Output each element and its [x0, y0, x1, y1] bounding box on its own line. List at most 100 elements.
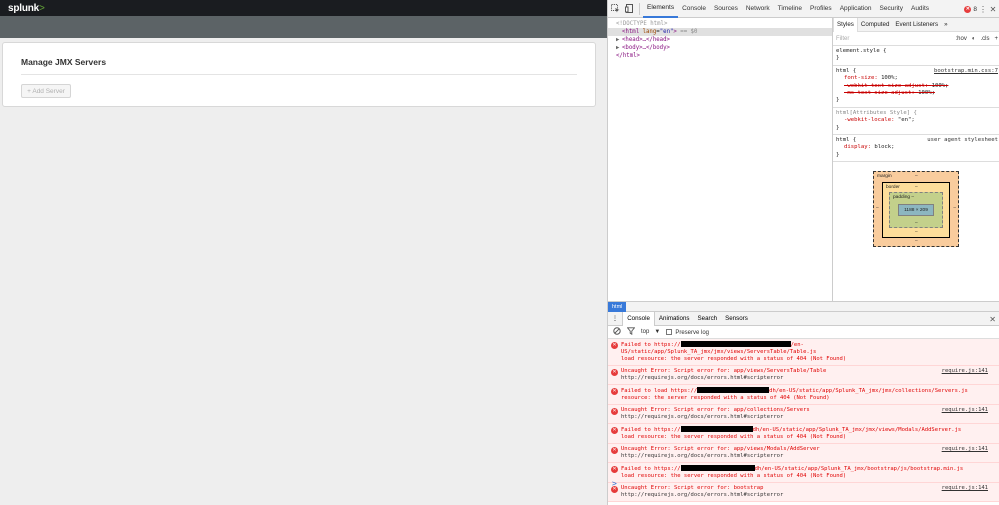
rule-element-style[interactable]: element.style { }	[833, 46, 999, 66]
content-box: 1188 × 209	[898, 204, 934, 216]
overflow-chevron-icon[interactable]: »	[941, 18, 950, 32]
css-property[interactable]: display: block;	[836, 144, 997, 151]
app-navbar	[0, 16, 607, 38]
box-model-diagram: margin – – – – border – – padding – 1188…	[873, 171, 959, 247]
margin-right-value[interactable]: –	[953, 206, 956, 211]
color-format-icon[interactable]: ◐	[972, 36, 976, 42]
dom-node-doctype[interactable]: <!DOCTYPE html>	[608, 20, 832, 28]
styles-filter-input[interactable]: Filter :hov ◐ .cls +	[833, 32, 999, 46]
tab-audits[interactable]: Audits	[907, 0, 933, 18]
error-icon: ✕	[611, 388, 618, 395]
page-title: Manage JMX Servers	[21, 57, 107, 67]
source-link[interactable]: require.js:141	[942, 485, 988, 492]
rule-html-user-agent[interactable]: user agent stylesheet html { display: bl…	[833, 135, 999, 163]
tab-elements[interactable]: Elements	[643, 0, 679, 18]
console-error-message[interactable]: ✕ require.js:141 Uncaught Error: Script …	[608, 483, 999, 502]
breadcrumb: html	[608, 301, 999, 312]
rule-html-bootstrap[interactable]: bootstrap.min.css:7 html { font-size: 10…	[833, 66, 999, 108]
source-link[interactable]: require.js:141	[942, 407, 988, 414]
console-error-message[interactable]: ✕ require.js:141 Uncaught Error: Script …	[608, 366, 999, 385]
dom-node-body[interactable]: ▶ <body>…</body>	[608, 44, 832, 52]
tab-console[interactable]: Console	[678, 0, 710, 18]
splunk-app: splunk> Manage JMX Servers + Add Server	[0, 0, 607, 505]
tab-profiles[interactable]: Profiles	[806, 0, 836, 18]
margin-bottom-value[interactable]: –	[915, 239, 918, 244]
toolbar-divider	[639, 2, 640, 15]
tab-event-listeners[interactable]: Event Listeners	[892, 18, 941, 32]
devtools-tabbar: Elements Console Sources Network Timelin…	[608, 0, 999, 18]
more-icon[interactable]: ⋮	[979, 0, 987, 18]
css-property[interactable]: -webkit-locale: "en";	[836, 117, 997, 124]
console-error-message[interactable]: ✕ require.js:141 Uncaught Error: Script …	[608, 405, 999, 424]
dom-node-head[interactable]: ▶ <head>…</head>	[608, 36, 832, 44]
border-label: border	[886, 185, 900, 190]
console-error-message[interactable]: ✕ Failed to load https://dh/en-US/static…	[608, 385, 999, 405]
css-property-overridden[interactable]: -ms-text-size-adjust: 100%;	[836, 90, 997, 97]
border-top-value[interactable]: –	[915, 185, 918, 190]
drawer-tab-animations[interactable]: Animations	[655, 312, 694, 326]
padding-bottom-value[interactable]: –	[915, 221, 918, 226]
rule-source-label: user agent stylesheet	[927, 137, 998, 144]
tab-styles[interactable]: Styles	[833, 17, 858, 32]
rule-close: }	[836, 97, 840, 104]
breadcrumb-html[interactable]: html	[608, 302, 627, 312]
console-error-message[interactable]: ✕ Failed to https:///en-US/static/app/Sp…	[608, 339, 999, 366]
device-toggle-icon[interactable]	[622, 0, 636, 18]
source-link[interactable]: require.js:141	[942, 368, 988, 375]
elements-tree: <!DOCTYPE html> <html lang="en"> == $0 ▶…	[608, 18, 832, 301]
tab-application[interactable]: Application	[836, 0, 876, 18]
rule-html-attributes[interactable]: html[Attributes Style] { -webkit-locale:…	[833, 108, 999, 136]
screen: splunk> Manage JMX Servers + Add Server …	[0, 0, 999, 505]
redacted-host	[680, 341, 791, 347]
hover-state-toggle[interactable]: :hov	[956, 36, 967, 42]
filter-icon[interactable]	[626, 327, 636, 337]
tab-network[interactable]: Network	[742, 0, 774, 18]
inspect-icon[interactable]	[608, 0, 622, 18]
source-link[interactable]: require.js:141	[942, 446, 988, 453]
close-icon[interactable]: ✕	[989, 0, 997, 18]
drawer-tab-console[interactable]: Console	[622, 311, 655, 326]
error-icon: ✕	[964, 5, 972, 13]
context-select[interactable]: top ▼	[641, 329, 660, 335]
tab-computed[interactable]: Computed	[858, 18, 893, 32]
rule-close: }	[836, 151, 840, 158]
rule-source-link[interactable]: bootstrap.min.css:7	[934, 68, 998, 75]
margin-label: margin	[877, 174, 892, 179]
console-error-message[interactable]: ✕ Failed to https://dh/en-US/static/app/…	[608, 424, 999, 444]
clear-console-icon[interactable]	[613, 327, 621, 337]
tab-security[interactable]: Security	[876, 0, 907, 18]
css-property[interactable]: font-size: 100%;	[836, 75, 997, 82]
splunk-logo[interactable]: splunk>	[8, 3, 45, 14]
margin-top-value[interactable]: –	[915, 174, 918, 179]
rule-close: }	[836, 124, 840, 131]
error-icon: ✕	[611, 427, 618, 434]
filter-tools: :hov ◐ .cls +	[956, 36, 998, 42]
class-toggle[interactable]: .cls	[980, 36, 989, 42]
dom-node-html-close[interactable]: </html>	[608, 52, 832, 60]
redacted-host	[680, 465, 755, 471]
css-property-overridden[interactable]: -webkit-text-size-adjust: 100%;	[836, 83, 997, 90]
error-count-badge[interactable]: ✕ 8	[964, 0, 977, 18]
console-toolbar: top ▼ Preserve log	[608, 326, 999, 339]
add-rule-icon[interactable]: +	[994, 36, 998, 42]
console-error-message[interactable]: ✕ require.js:141 Uncaught Error: Script …	[608, 444, 999, 463]
tab-sources[interactable]: Sources	[710, 0, 742, 18]
drawer-tab-sensors[interactable]: Sensors	[721, 312, 752, 326]
drawer-menu-icon[interactable]: ⋮	[608, 312, 622, 326]
console-input[interactable]: >	[612, 479, 617, 488]
error-icon: ✕	[611, 466, 618, 473]
tab-timeline[interactable]: Timeline	[774, 0, 806, 18]
chevron-down-icon: ▼	[654, 329, 661, 335]
console-error-message[interactable]: ✕ Failed to https://dh/en-US/static/app/…	[608, 463, 999, 483]
add-server-button[interactable]: + Add Server	[21, 84, 71, 98]
preserve-log-checkbox[interactable]: Preserve log	[666, 328, 709, 336]
margin-left-value[interactable]: –	[876, 206, 879, 211]
border-bottom-value[interactable]: –	[915, 230, 918, 235]
dom-node-html[interactable]: <html lang="en"> == $0	[608, 28, 832, 36]
error-icon: ✕	[611, 369, 618, 376]
rule-close: }	[836, 55, 840, 62]
drawer-tab-search[interactable]: Search	[694, 312, 722, 326]
content-size[interactable]: 1188 × 209	[904, 208, 928, 213]
error-icon: ✕	[611, 408, 618, 415]
close-icon[interactable]: ✕	[989, 312, 996, 326]
